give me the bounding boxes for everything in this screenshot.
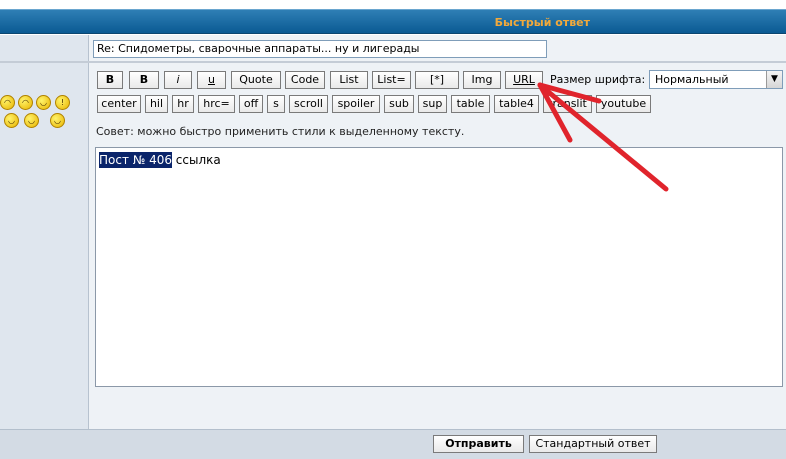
- row-divider: [0, 61, 786, 63]
- list-item-button[interactable]: [*]: [415, 71, 459, 89]
- sup-button[interactable]: sup: [418, 95, 447, 113]
- off-button[interactable]: off: [239, 95, 263, 113]
- youtube-button[interactable]: youtube: [596, 95, 651, 113]
- font-size-select[interactable]: Нормальный ▼: [649, 70, 783, 89]
- action-bar: Отправить Стандартный ответ: [0, 429, 786, 459]
- cool-smiley-icon[interactable]: ◠: [18, 95, 33, 110]
- italic-button[interactable]: i: [164, 71, 192, 89]
- scroll-button[interactable]: scroll: [289, 95, 328, 113]
- center-button[interactable]: center: [97, 95, 141, 113]
- selected-text: Пост № 406: [99, 152, 172, 168]
- text-caret: [220, 152, 233, 167]
- thinking-smiley-icon[interactable]: ◡: [24, 113, 39, 128]
- hrc-button[interactable]: hrc=: [198, 95, 235, 113]
- hint-text: Совет: можно быстро применить стили к вы…: [96, 125, 465, 138]
- list-eq-button[interactable]: List=: [372, 71, 411, 89]
- top-strip: [0, 0, 786, 9]
- exclaim-smiley-icon[interactable]: !: [55, 95, 70, 110]
- bold-button[interactable]: B: [97, 71, 123, 89]
- thumbs-smiley-icon[interactable]: ◡: [50, 113, 65, 128]
- clap-smiley-icon[interactable]: ◡: [4, 113, 19, 128]
- message-textarea[interactable]: Пост № 406 ссылка: [95, 147, 783, 387]
- code-button[interactable]: Code: [285, 71, 325, 89]
- laugh-smiley-icon[interactable]: ◠: [0, 95, 15, 110]
- table-button[interactable]: table: [451, 95, 490, 113]
- standard-reply-button[interactable]: Стандартный ответ: [529, 435, 657, 453]
- translit-button[interactable]: translit: [543, 95, 592, 113]
- hr-button[interactable]: hr: [172, 95, 194, 113]
- table4-button[interactable]: table4: [494, 95, 539, 113]
- sub-button[interactable]: sub: [384, 95, 414, 113]
- underline-button[interactable]: u: [197, 71, 226, 89]
- font-size-label: Размер шрифта:: [550, 73, 646, 86]
- list-button[interactable]: List: [330, 71, 368, 89]
- spoiler-button[interactable]: spoiler: [332, 95, 380, 113]
- font-size-value: Нормальный: [655, 73, 729, 86]
- submit-button[interactable]: Отправить: [433, 435, 524, 453]
- chevron-down-icon[interactable]: ▼: [766, 71, 782, 88]
- strike-button[interactable]: s: [267, 95, 285, 113]
- editor-text: ссылка: [171, 153, 221, 167]
- quick-reply-header: Быстрый ответ: [0, 9, 786, 34]
- img-button[interactable]: Img: [463, 71, 501, 89]
- subject-input[interactable]: Re: Спидометры, сварочные аппараты... ну…: [93, 40, 547, 58]
- hil-button[interactable]: hil: [145, 95, 168, 113]
- header-title: Быстрый ответ: [494, 16, 590, 29]
- column-divider: [88, 35, 89, 429]
- url-button[interactable]: URL: [505, 71, 543, 89]
- wink-smiley-icon[interactable]: ◡: [36, 95, 51, 110]
- bold-alt-button[interactable]: B: [129, 71, 159, 89]
- quote-button[interactable]: Quote: [231, 71, 281, 89]
